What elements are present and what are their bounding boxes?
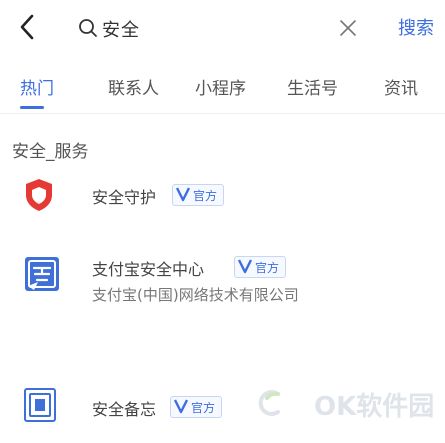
section-title: 安全_服务: [12, 142, 89, 162]
clear-search-button[interactable]: [338, 18, 358, 38]
back-button[interactable]: [14, 11, 42, 43]
result-subtitle: 支付宝(中国)网络技术有限公司: [92, 286, 299, 304]
active-tab-indicator: [20, 106, 44, 109]
tab-mini-programs[interactable]: 小程序: [195, 74, 246, 99]
shield-icon: [24, 178, 54, 216]
search-icon: [78, 18, 98, 38]
search-header: 安全 搜索: [0, 0, 445, 56]
verified-v-icon: [238, 259, 252, 274]
back-arrow-icon: [20, 14, 34, 40]
official-badge: 官方: [170, 396, 222, 418]
result-name: 安全备忘: [92, 400, 157, 419]
tab-divider: [0, 113, 445, 114]
watermark-logo-icon: [258, 390, 280, 416]
badge-label: 官方: [255, 261, 280, 275]
tab-life-accounts[interactable]: 生活号: [287, 74, 338, 99]
badge-label: 官方: [191, 401, 216, 415]
result-name: 支付宝安全中心: [92, 260, 205, 279]
watermark-text: OK软件园: [314, 392, 435, 422]
security-center-icon: [24, 256, 60, 296]
official-badge: 官方: [234, 256, 286, 278]
official-badge: 官方: [172, 184, 224, 206]
badge-label: 官方: [193, 189, 218, 203]
result-tabs: 热门 联系人 小程序 生活号 资讯: [0, 68, 445, 124]
verified-v-icon: [174, 399, 188, 414]
memo-icon: [24, 388, 56, 426]
close-icon: [340, 20, 356, 36]
search-query-text: 安全: [102, 20, 140, 41]
result-item-security-guard[interactable]: 安全守护 官方: [0, 172, 445, 228]
search-button[interactable]: 搜索: [398, 14, 434, 40]
result-item-security-center[interactable]: 支付宝安全中心 官方 支付宝(中国)网络技术有限公司: [0, 250, 445, 324]
verified-v-icon: [176, 187, 190, 202]
tab-hot[interactable]: 热门: [20, 74, 54, 99]
result-name: 安全守护: [92, 188, 157, 207]
tab-contacts[interactable]: 联系人: [108, 74, 159, 99]
tab-news[interactable]: 资讯: [384, 74, 418, 99]
watermark: OK软件园: [258, 386, 435, 423]
search-input[interactable]: 安全: [66, 12, 396, 44]
